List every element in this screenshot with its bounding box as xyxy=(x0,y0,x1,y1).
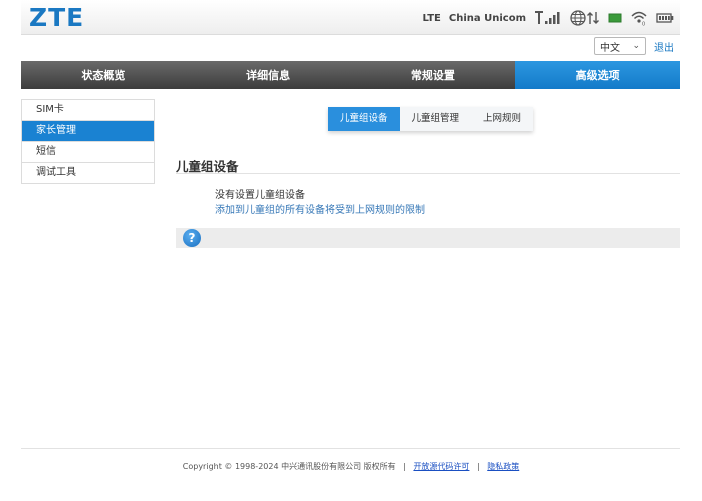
logout-link[interactable]: 退出 xyxy=(654,39,674,54)
nav-item-general-settings[interactable]: 常规设置 xyxy=(351,61,516,89)
signal-icon xyxy=(534,11,562,25)
chevron-down-icon: ⌄ xyxy=(632,41,640,51)
tab-internet-rules[interactable]: 上网规则 xyxy=(471,107,534,131)
help-icon[interactable]: ? xyxy=(183,229,201,247)
copyright-text: Copyright © 1998-2024 中兴通讯股份有限公司 版权所有 xyxy=(182,462,396,471)
sidebar-item-sim[interactable]: SIM卡 xyxy=(22,100,154,121)
status-bar: LTE China Unicom 0 xyxy=(423,9,675,27)
globe-transfer-icon xyxy=(570,10,600,26)
language-selected-value: 中文 xyxy=(600,42,620,54)
footer: Copyright © 1998-2024 中兴通讯股份有限公司 版权所有 | … xyxy=(0,461,702,472)
tab-child-group-management[interactable]: 儿童组管理 xyxy=(399,107,472,131)
footer-separator: | xyxy=(476,462,480,471)
wifi-icon: 0 xyxy=(630,10,648,26)
language-row: 中文 ⌄ 退出 xyxy=(594,37,674,55)
tab-child-devices[interactable]: 儿童组设备 xyxy=(328,107,400,131)
subtabs: 儿童组设备 儿童组管理 上网规则 xyxy=(328,107,534,131)
empty-message: 没有设置儿童组设备 xyxy=(215,190,305,201)
help-bar: ? xyxy=(176,228,680,248)
zte-logo: ZTE xyxy=(29,3,85,32)
section-divider xyxy=(176,173,680,174)
privacy-policy-link[interactable]: 隐私政策 xyxy=(487,462,519,471)
sidebar-item-sms[interactable]: 短信 xyxy=(22,142,154,163)
open-source-license-link[interactable]: 开放源代码许可 xyxy=(413,462,469,471)
footer-divider xyxy=(21,448,680,449)
sidebar-item-debug-tools[interactable]: 调试工具 xyxy=(22,163,154,184)
main-nav: 状态概览 详细信息 常规设置 高级选项 xyxy=(21,61,680,89)
hint-text: 添加到儿童组的所有设备将受到上网规则的限制 xyxy=(215,205,425,216)
sidebar-item-parental-control[interactable]: 家长管理 xyxy=(22,121,154,142)
top-header: ZTE LTE China Unicom 0 xyxy=(21,0,680,35)
battery-icon xyxy=(656,12,674,24)
operator-name: China Unicom xyxy=(448,12,526,24)
network-type: LTE xyxy=(422,12,441,24)
nav-item-advanced-options[interactable]: 高级选项 xyxy=(515,61,680,89)
footer-separator: | xyxy=(403,462,406,471)
sim-icon xyxy=(608,12,622,24)
svg-text:0: 0 xyxy=(642,22,645,27)
nav-item-details[interactable]: 详细信息 xyxy=(186,61,351,89)
sidebar: SIM卡 家长管理 短信 调试工具 xyxy=(21,99,155,184)
language-select[interactable]: 中文 ⌄ xyxy=(594,37,646,55)
nav-item-status-overview[interactable]: 状态概览 xyxy=(21,61,186,89)
